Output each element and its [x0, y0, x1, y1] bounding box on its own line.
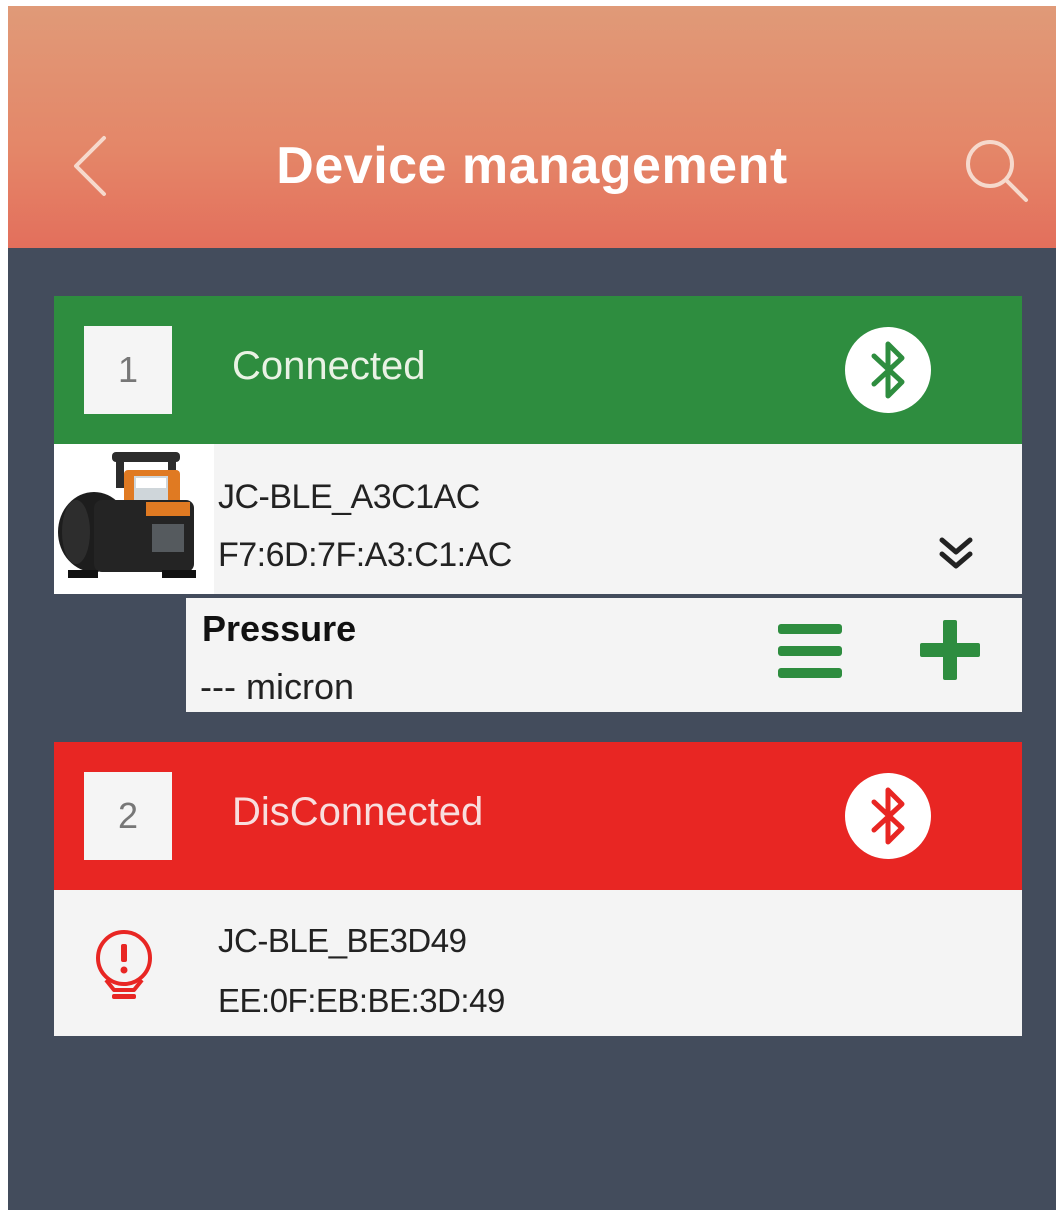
device-2-name: JC-BLE_BE3D49 [218, 922, 467, 959]
reading-label: Pressure [202, 608, 357, 649]
device-2-index: 2 [84, 772, 172, 860]
gauge-alert-icon [96, 930, 152, 999]
bluetooth-icon[interactable] [844, 772, 932, 860]
device-1-index: 1 [84, 326, 172, 414]
device-1-name: JC-BLE_A3C1AC [218, 478, 480, 516]
device-management-screen: Device management 1 Connected JC-BLE_A3C… [8, 6, 1056, 1210]
page-title: Device management [276, 137, 788, 195]
device-1-address: F7:6D:7F:A3:C1:AC [218, 536, 512, 574]
search-icon [966, 140, 1028, 202]
device-1-status: Connected [232, 344, 426, 388]
device-1-status-bar[interactable]: 1 Connected [54, 296, 1022, 444]
double-chevron-down-icon[interactable] [934, 534, 978, 574]
vacuum-pump-icon [54, 444, 214, 594]
menu-icon[interactable] [778, 622, 842, 680]
pressure-reading: Pressure --- micron [186, 598, 1022, 712]
vacuum-pump-image [54, 444, 214, 594]
device-2-address: EE:0F:EB:BE:3D:49 [218, 982, 505, 1019]
device-1-info[interactable]: JC-BLE_A3C1AC F7:6D:7F:A3:C1:AC [54, 444, 1022, 594]
reading-value: --- micron [200, 666, 354, 707]
device-2-status-bar[interactable]: 2 DisConnected [54, 742, 1022, 890]
device-2-status: DisConnected [232, 790, 484, 834]
plus-icon[interactable] [918, 618, 982, 682]
app-header: Device management [8, 6, 1056, 248]
bluetooth-icon[interactable] [844, 326, 932, 414]
search-button[interactable] [960, 134, 1032, 206]
device-2-info[interactable]: JC-BLE_BE3D49 EE:0F:EB:BE:3D:49 [54, 890, 1022, 1036]
